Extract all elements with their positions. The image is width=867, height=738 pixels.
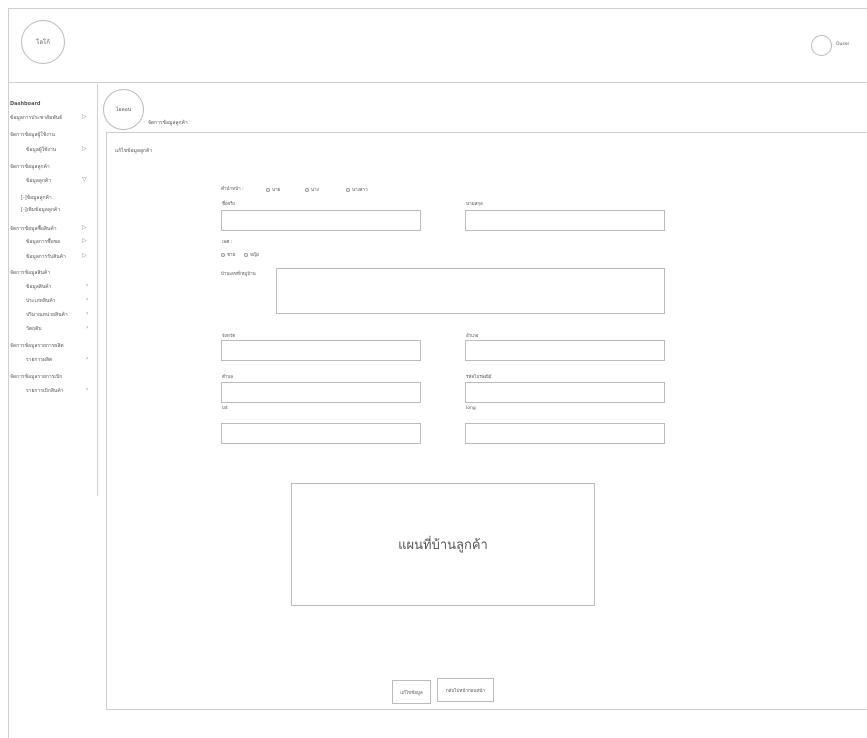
section-title: แก้ไขข้อมูลลูกค้า (115, 148, 153, 154)
sidebar-group-purchase[interactable]: จัดการข้อมูลซื้อสินค้า (10, 225, 57, 233)
chevron-right-icon: › (86, 386, 89, 393)
province-label: จังหวัด (222, 334, 236, 339)
sidebar-group-users[interactable]: จัดการข้อมูลผู้ใช้งาน (10, 131, 55, 139)
gender-option-female[interactable]: หญิง (244, 251, 259, 258)
logo-label: โลโก้ (36, 39, 50, 46)
radio-icon[interactable] (305, 187, 309, 192)
back-button[interactable]: กลับไปหน้าก่อนหน้า (437, 678, 494, 702)
prefix-label: คำนำหน้า : (221, 187, 244, 192)
gender-option-female-label: หญิง (250, 253, 259, 258)
chevron-right-icon: › (86, 324, 89, 331)
sidebar-item-users[interactable]: ข้อมูลผู้ใช้งาน (26, 146, 56, 154)
sidebar-item-customers[interactable]: ข้อมูลลูกค้า (26, 177, 51, 185)
chevron-right-icon: ▷ (82, 224, 87, 231)
sidebar-item-materials[interactable]: วัตถุดิบ (26, 325, 42, 333)
firstname-input[interactable] (221, 210, 421, 231)
chevron-down-icon: ▽ (82, 176, 87, 183)
chevron-right-icon: › (86, 296, 89, 303)
chevron-right-icon: ▷ (82, 252, 87, 259)
chevron-right-icon: › (86, 355, 89, 362)
sidebar-item-receive[interactable]: ข้อมูลการรับสินค้า (26, 253, 66, 261)
chevron-right-icon: › (86, 310, 89, 317)
subdistrict-input[interactable] (221, 382, 421, 403)
firstname-label: ชื่อจริง (222, 202, 236, 207)
sidebar-item-purchase-order[interactable]: ข้อมูลการซื้อขอ (26, 238, 60, 246)
prefix-option-mrs-label: นาง (311, 188, 319, 193)
address-input[interactable] (276, 268, 665, 314)
sidebar-dashboard[interactable]: Dashboard (10, 101, 41, 107)
sidebar-group-customers[interactable]: จัดการข้อมูลลูกค้า (10, 163, 50, 171)
save-button[interactable]: แก้ไขข้อมูล (392, 680, 431, 704)
subdistrict-label: ตำบล (222, 375, 234, 380)
radio-icon[interactable] (221, 252, 225, 257)
page-icon: ไอคอน (103, 89, 144, 130)
postcode-input[interactable] (465, 382, 665, 403)
chevron-right-icon: ▷ (82, 237, 87, 244)
district-label: อำเภอ (466, 334, 479, 339)
chevron-right-icon: › (86, 282, 89, 289)
user-label[interactable]: Ouser (836, 42, 849, 47)
page-icon-label: ไอคอน (115, 106, 132, 113)
district-input[interactable] (465, 340, 665, 361)
sidebar-group-products[interactable]: จัดการข้อมูลสินค้า (10, 269, 50, 277)
sidebar-subitem-add-customer[interactable]: [-]เพิ่มข้อมูลลูกค้า (21, 206, 60, 214)
breadcrumb[interactable]: จัดการข้อมูลลูกค้า (148, 119, 188, 127)
radio-icon[interactable] (266, 187, 270, 192)
map-label: แผนที่บ้านลูกค้า (398, 538, 488, 553)
prefix-option-mr-label: นาย (272, 188, 281, 193)
province-input[interactable] (221, 340, 421, 361)
lastname-input[interactable] (465, 210, 665, 231)
header-divider (8, 82, 867, 83)
user-avatar[interactable] (811, 35, 832, 56)
lastname-label: นามสกุล (466, 202, 483, 207)
sidebar-subitem-customers[interactable]: [-]ข้อมูลลูกค้า (21, 194, 52, 202)
chevron-right-icon: ▷ (82, 113, 87, 120)
gender-label: เพศ : (222, 240, 233, 245)
long-label: long (466, 406, 476, 411)
long-input[interactable] (465, 423, 665, 444)
sidebar-group-production[interactable]: จัดการข้อมูลรายการผลิต (10, 342, 64, 350)
gender-option-male-label: ชาย (227, 253, 236, 258)
lat-input[interactable] (221, 423, 421, 444)
address-label: บ้านเลขที่/หมู่บ้าน (221, 272, 256, 277)
sidebar-item-units[interactable]: ปริมาณหน่วยสินค้า (26, 311, 68, 319)
sidebar-item-production[interactable]: รายการผลิต (26, 356, 52, 364)
radio-icon[interactable] (346, 187, 350, 192)
customer-map[interactable]: แผนที่บ้านลูกค้า (291, 483, 595, 606)
prefix-option-miss-label: นางสาว (352, 188, 368, 193)
gender-option-male[interactable]: ชาย (221, 251, 235, 258)
sidebar-group-withdraw[interactable]: จัดการข้อมูลรายการเบิก (10, 373, 62, 381)
radio-icon[interactable] (244, 252, 248, 257)
prefix-option-miss[interactable]: นางสาว (346, 186, 368, 193)
sidebar-item-product-types[interactable]: ประเภทสินค้า (26, 297, 55, 305)
postcode-label: รหัสไปรษณีย์ (466, 375, 492, 380)
prefix-option-mrs[interactable]: นาง (305, 186, 319, 193)
chevron-right-icon: ▷ (82, 145, 87, 152)
logo[interactable]: โลโก้ (21, 20, 65, 64)
sidebar-divider (97, 84, 98, 496)
sidebar-item-withdraw[interactable]: รายการเบิกสินค้า (26, 387, 63, 395)
sidebar-item-products[interactable]: ข้อมูลสินค้า (26, 283, 51, 291)
prefix-option-mr[interactable]: นาย (266, 186, 280, 193)
lat-label: lat (222, 406, 228, 411)
sidebar-item-pr[interactable]: ข้อมูลการประชาสัมพันธ์ (10, 114, 62, 122)
